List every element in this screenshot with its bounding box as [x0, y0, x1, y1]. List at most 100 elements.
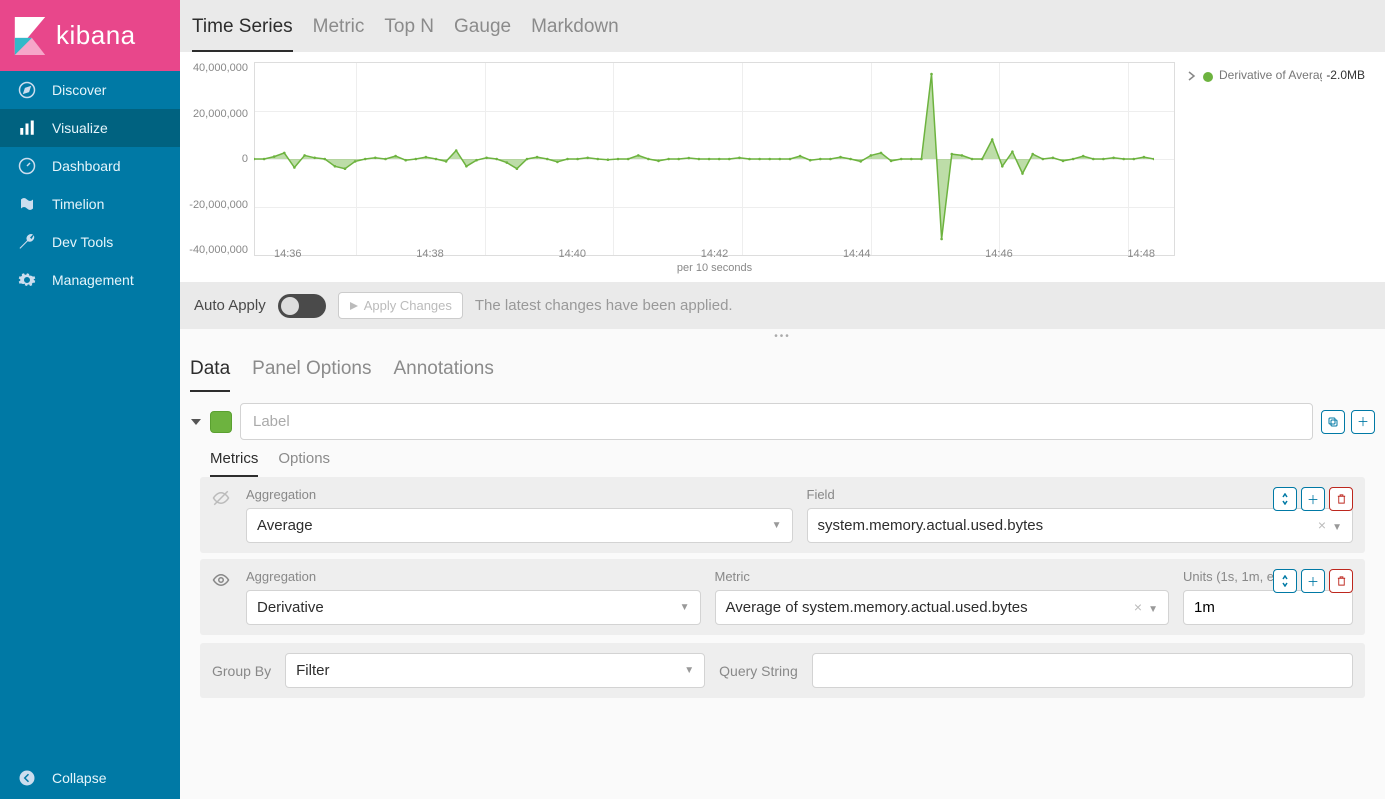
chart-line: [254, 62, 1154, 256]
chevron-down-icon[interactable]: [190, 416, 202, 428]
x-tick: 14:46: [985, 248, 1013, 260]
sidebar-collapse[interactable]: Collapse: [0, 757, 180, 799]
legend-value: -2.0MB: [1326, 68, 1365, 82]
chart-legend: Derivative of Averag -2.0MB: [1175, 58, 1375, 276]
legend-color-dot: [1203, 72, 1213, 82]
field-select[interactable]: system.memory.actual.used.bytes × ▼: [807, 508, 1354, 543]
delete-metric-button[interactable]: [1329, 569, 1353, 593]
apply-changes-button[interactable]: Apply Changes: [338, 292, 463, 319]
y-tick: 20,000,000: [193, 108, 248, 120]
chart-body[interactable]: 14:36 14:38 14:40 14:42 14:44 14:46 14:4…: [254, 58, 1175, 276]
aggregation-value: Derivative: [257, 599, 324, 616]
query-string-input[interactable]: [812, 653, 1353, 688]
nav-list: Discover Visualize Dashboard Timelion De…: [0, 71, 180, 799]
caret-down-icon: ▼: [1148, 604, 1158, 615]
group-by-row: Group By Filter ▼ Query String: [200, 643, 1365, 698]
viz-type-tabs: Time Series Metric Top N Gauge Markdown: [180, 0, 1385, 52]
sidebar-item-dashboard[interactable]: Dashboard: [0, 147, 180, 185]
series-color-picker[interactable]: [210, 411, 232, 433]
main-pane: Time Series Metric Top N Gauge Markdown …: [180, 0, 1385, 799]
units-input[interactable]: [1183, 590, 1353, 625]
aggregation-select[interactable]: Derivative ▼: [246, 590, 701, 625]
field-label: Field: [807, 487, 1354, 502]
y-tick: -20,000,000: [189, 199, 248, 211]
aggregation-select[interactable]: Average ▼: [246, 508, 793, 543]
play-icon: [349, 301, 359, 311]
y-tick: 40,000,000: [193, 62, 248, 74]
eye-visible-icon[interactable]: [212, 571, 232, 589]
series-label-input[interactable]: [240, 403, 1313, 440]
tab-metric[interactable]: Metric: [313, 16, 365, 52]
x-tick: 14:40: [558, 248, 586, 260]
caret-down-icon: ▼: [772, 520, 782, 531]
clear-field-icon[interactable]: ×: [1318, 517, 1326, 533]
nav-label: Discover: [52, 82, 106, 98]
kibana-logo-icon: [14, 17, 46, 55]
sidebar-item-management[interactable]: Management: [0, 261, 180, 299]
aggregation-label: Aggregation: [246, 569, 701, 584]
reorder-metric-button[interactable]: [1273, 569, 1297, 593]
config-tabs: Data Panel Options Annotations: [180, 344, 1385, 393]
metric-label: Metric: [715, 569, 1170, 584]
bar-chart-icon: [18, 119, 36, 137]
group-by-value: Filter: [296, 662, 329, 679]
x-tick: 14:48: [1127, 248, 1155, 260]
chevron-right-icon[interactable]: [1187, 71, 1197, 81]
clone-series-button[interactable]: [1321, 410, 1345, 434]
brand-header: kibana: [0, 0, 180, 71]
group-by-select[interactable]: Filter ▼: [285, 653, 705, 688]
sidebar-item-visualize[interactable]: Visualize: [0, 109, 180, 147]
clear-metric-icon[interactable]: ×: [1134, 599, 1142, 615]
auto-apply-toggle[interactable]: [278, 294, 326, 318]
gauge-icon: [18, 157, 36, 175]
collapse-icon: [18, 769, 36, 787]
aggregation-label: Aggregation: [246, 487, 793, 502]
tab-top-n[interactable]: Top N: [384, 16, 434, 52]
auto-apply-label: Auto Apply: [194, 297, 266, 314]
metric-row-2: Aggregation Derivative ▼ Metric Average …: [200, 559, 1365, 635]
tab-time-series[interactable]: Time Series: [192, 16, 293, 52]
resize-handle[interactable]: •••: [180, 329, 1385, 344]
subtab-metrics[interactable]: Metrics: [210, 450, 258, 477]
eye-hidden-icon[interactable]: [212, 489, 232, 507]
delete-metric-button[interactable]: [1329, 487, 1353, 511]
subtab-options[interactable]: Options: [278, 450, 330, 477]
aggregation-value: Average: [257, 517, 313, 534]
caret-down-icon: ▼: [1332, 522, 1342, 533]
tab-data[interactable]: Data: [190, 358, 230, 392]
chart-x-label: per 10 seconds: [254, 262, 1175, 274]
nav-label: Dashboard: [52, 158, 121, 174]
nav-label: Timelion: [52, 196, 104, 212]
reorder-metric-button[interactable]: [1273, 487, 1297, 511]
add-metric-button[interactable]: ＋: [1301, 487, 1325, 511]
nav-label: Visualize: [52, 120, 108, 136]
field-value: system.memory.actual.used.bytes: [818, 517, 1044, 534]
apply-button-label: Apply Changes: [364, 298, 452, 313]
x-tick: 14:38: [416, 248, 444, 260]
tab-gauge[interactable]: Gauge: [454, 16, 511, 52]
sidebar-item-discover[interactable]: Discover: [0, 71, 180, 109]
caret-down-icon: ▼: [680, 602, 690, 613]
sidebar-item-devtools[interactable]: Dev Tools: [0, 223, 180, 261]
y-tick: -40,000,000: [189, 244, 248, 256]
compass-icon: [18, 81, 36, 99]
group-by-label: Group By: [212, 663, 271, 679]
x-tick: 14:36: [274, 248, 302, 260]
tab-markdown[interactable]: Markdown: [531, 16, 619, 52]
metric-select[interactable]: Average of system.memory.actual.used.byt…: [715, 590, 1170, 625]
legend-label[interactable]: Derivative of Averag: [1219, 68, 1322, 82]
tab-panel-options[interactable]: Panel Options: [252, 358, 371, 392]
nav-label: Dev Tools: [52, 234, 113, 250]
add-series-button[interactable]: ＋: [1351, 410, 1375, 434]
nav-label: Management: [52, 272, 134, 288]
chart-xaxis: 14:36 14:38 14:40 14:42 14:44 14:46 14:4…: [254, 248, 1175, 260]
y-tick: 0: [242, 153, 248, 165]
sidebar-item-timelion[interactable]: Timelion: [0, 185, 180, 223]
tab-annotations[interactable]: Annotations: [394, 358, 494, 392]
chart-area: 40,000,000 20,000,000 0 -20,000,000 -40,…: [180, 52, 1385, 282]
chart-yaxis: 40,000,000 20,000,000 0 -20,000,000 -40,…: [190, 62, 254, 256]
x-tick: 14:44: [843, 248, 871, 260]
metric-row-1: Aggregation Average ▼ Field system.memor…: [200, 477, 1365, 553]
caret-down-icon: ▼: [684, 665, 694, 676]
add-metric-button[interactable]: ＋: [1301, 569, 1325, 593]
